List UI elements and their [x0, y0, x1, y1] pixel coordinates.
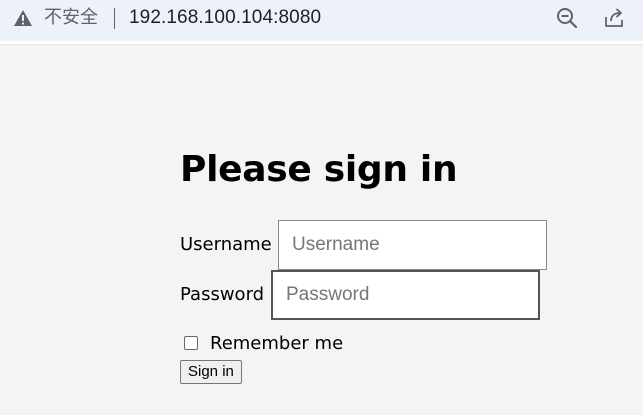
sign-in-form: Please sign in Username Password Remembe… — [180, 143, 620, 384]
warning-triangle-icon[interactable] — [13, 8, 33, 28]
share-icon[interactable] — [602, 6, 626, 30]
page-title: Please sign in — [180, 149, 458, 190]
remember-me-checkbox[interactable] — [184, 336, 198, 350]
sign-in-button[interactable]: Sign in — [180, 360, 242, 384]
remember-me-label[interactable]: Remember me — [210, 332, 343, 356]
url-text[interactable]: 192.168.100.104:8080 — [129, 6, 321, 30]
username-input[interactable] — [278, 220, 547, 270]
security-status-label[interactable]: 不安全 — [44, 7, 98, 29]
browser-address-bar: 不安全 192.168.100.104:8080 — [0, 0, 643, 45]
address-separator — [114, 8, 115, 29]
username-label: Username — [180, 234, 272, 255]
password-label: Password — [180, 284, 265, 305]
zoom-out-icon[interactable] — [555, 6, 579, 30]
password-input[interactable] — [271, 270, 540, 320]
